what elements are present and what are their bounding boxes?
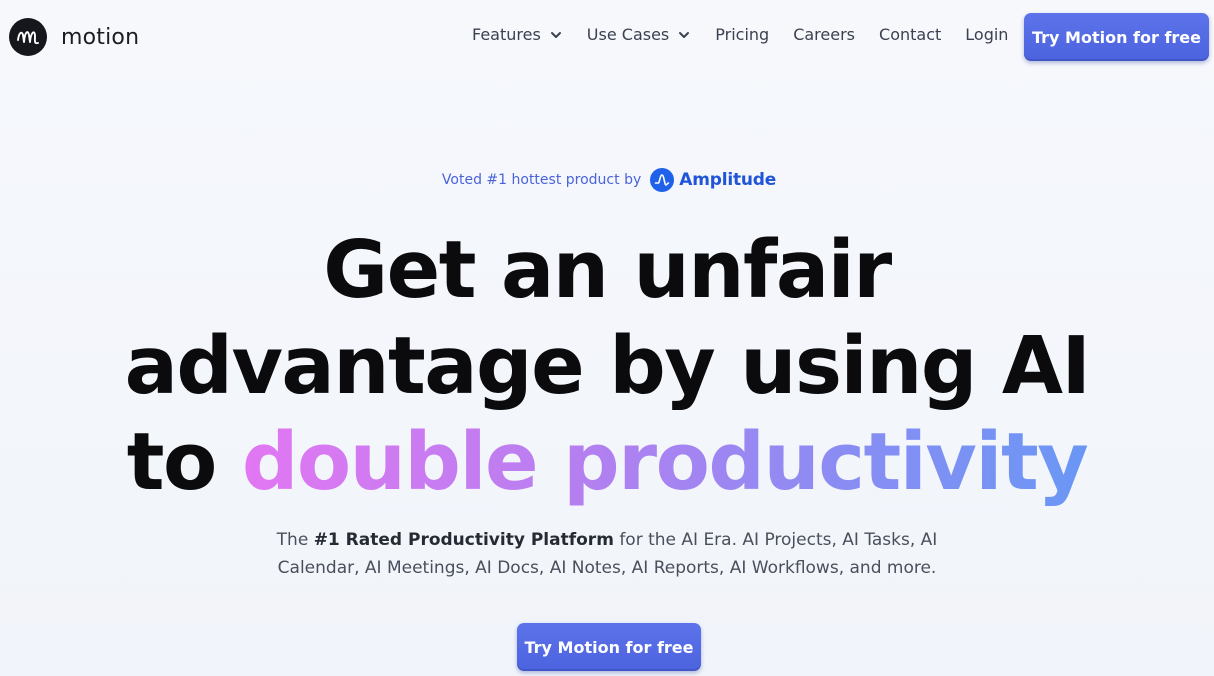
nav-item-login[interactable]: Login [965, 25, 1008, 44]
chevron-down-icon [549, 28, 563, 42]
nav-item-features[interactable]: Features [472, 25, 563, 44]
headline-line-3: to double productivity [0, 414, 1214, 510]
nav-item-pricing[interactable]: Pricing [715, 25, 769, 44]
header-try-free-button[interactable]: Try Motion for free [1024, 13, 1209, 61]
nav-item-use-cases[interactable]: Use Cases [587, 25, 691, 44]
award-badge-content: Voted #1 hottest product by Amplitude [442, 168, 776, 192]
badge-text: Voted #1 hottest product by [441, 172, 642, 188]
amplitude-logo-icon [650, 168, 675, 192]
chevron-down-icon [677, 28, 691, 42]
hero-try-free-button[interactable]: Try Motion for free [517, 623, 701, 671]
main-nav: Features Use Cases Pricing Careers Conta… [472, 25, 1008, 44]
motion-logo-link[interactable]: motion [9, 18, 139, 56]
subtext-line-1: The #1 Rated Productivity Platform for t… [0, 526, 1214, 554]
headline-line-1: Get an unfair [323, 224, 892, 316]
hero-headline: Get an unfair advantage by using AI to d… [0, 222, 1214, 510]
nav-item-careers[interactable]: Careers [793, 25, 855, 44]
site-header: motion Features Use Cases Pricing Career… [0, 0, 1214, 74]
nav-item-label: Careers [793, 25, 856, 44]
subtext-rest: for the AI Era. AI Projects, AI Tasks, A… [619, 530, 938, 550]
amplitude-brand-name: Amplitude [679, 170, 777, 190]
headline-highlight: double productivity [241, 416, 1089, 508]
nav-item-contact[interactable]: Contact [879, 25, 941, 44]
subtext-bold: #1 Rated Productivity Platform [313, 530, 614, 550]
nav-item-label: Use Cases [586, 25, 670, 44]
nav-item-label: Contact [879, 25, 942, 44]
award-badge: Voted #1 hottest product by Amplitude [0, 168, 1214, 192]
subtext-prefix: The [276, 530, 309, 550]
subtext-line-2: Calendar, AI Meetings, AI Docs, AI Notes… [277, 558, 937, 578]
motion-logo-icon [9, 18, 47, 56]
nav-item-label: Login [965, 25, 1009, 44]
logo-text: motion [61, 24, 140, 50]
headline-line-3-prefix: to [126, 416, 218, 508]
nav-item-label: Features [472, 25, 541, 44]
hero-subtext: The #1 Rated Productivity Platform for t… [0, 526, 1214, 582]
headline-line-2: advantage by using AI [124, 320, 1091, 412]
nav-item-label: Pricing [715, 25, 770, 44]
